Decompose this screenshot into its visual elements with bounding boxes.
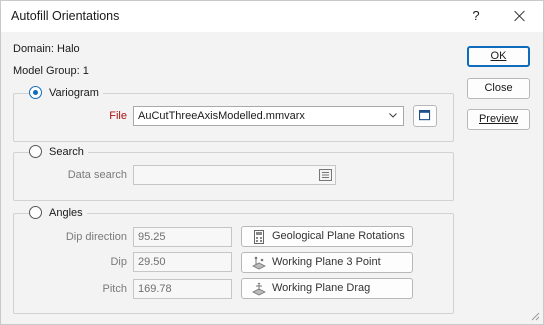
- search-radio[interactable]: Search: [29, 145, 88, 158]
- data-search-field[interactable]: [133, 165, 336, 185]
- working-plane-3-point-label: Working Plane 3 Point: [272, 256, 381, 268]
- close-button[interactable]: Close: [467, 78, 530, 99]
- preview-button-label: Preview: [478, 113, 519, 125]
- variogram-radio-button[interactable]: [29, 86, 42, 99]
- dip-direction-label: Dip direction: [65, 231, 127, 243]
- autofill-orientations-dialog: Autofill Orientations ? Domain: Halo Mod…: [0, 0, 544, 325]
- title-bar: Autofill Orientations ?: [1, 1, 543, 32]
- help-button[interactable]: ?: [465, 6, 487, 26]
- geological-plane-rotations-label: Geological Plane Rotations: [272, 230, 405, 242]
- resize-grip-icon[interactable]: [530, 311, 540, 321]
- close-window-button[interactable]: [507, 5, 533, 27]
- search-radio-label: Search: [49, 145, 84, 158]
- angles-radio-label: Angles: [49, 206, 83, 219]
- model-group-label: Model Group: 1: [13, 65, 89, 77]
- dip-field[interactable]: 29.50: [133, 252, 232, 272]
- file-combobox[interactable]: AuCutThreeAxisModelled.mmvarx: [133, 106, 404, 126]
- working-plane-drag-button[interactable]: Working Plane Drag: [241, 278, 413, 299]
- chevron-down-icon: [389, 113, 397, 118]
- calculator-icon: [254, 230, 264, 244]
- window-icon: [418, 110, 431, 121]
- file-browse-button[interactable]: [413, 105, 437, 127]
- variogram-radio[interactable]: Variogram: [29, 86, 103, 99]
- search-radio-button[interactable]: [29, 145, 42, 158]
- angles-radio-button[interactable]: [29, 206, 42, 219]
- file-combobox-value: AuCutThreeAxisModelled.mmvarx: [138, 110, 305, 122]
- domain-label: Domain: Halo: [13, 43, 80, 55]
- plane-points-icon: [252, 256, 266, 270]
- angles-radio[interactable]: Angles: [29, 206, 87, 219]
- working-plane-drag-label: Working Plane Drag: [272, 282, 371, 294]
- preview-button[interactable]: Preview: [467, 109, 530, 130]
- dip-direction-field[interactable]: 95.25: [133, 227, 232, 247]
- working-plane-3-point-button[interactable]: Working Plane 3 Point: [241, 252, 413, 273]
- dip-label: Dip: [110, 256, 127, 268]
- ok-button-label: OK: [490, 50, 507, 62]
- pitch-field[interactable]: 169.78: [133, 279, 232, 299]
- variogram-radio-label: Variogram: [49, 86, 99, 99]
- file-label: File: [109, 110, 127, 122]
- pitch-label: Pitch: [102, 283, 127, 295]
- data-search-label: Data search: [67, 169, 127, 181]
- plane-drag-icon: [252, 282, 266, 296]
- geological-plane-rotations-button[interactable]: Geological Plane Rotations: [241, 226, 413, 247]
- list-icon: [319, 169, 332, 181]
- ok-button[interactable]: OK: [467, 46, 530, 67]
- window-title: Autofill Orientations: [11, 9, 120, 23]
